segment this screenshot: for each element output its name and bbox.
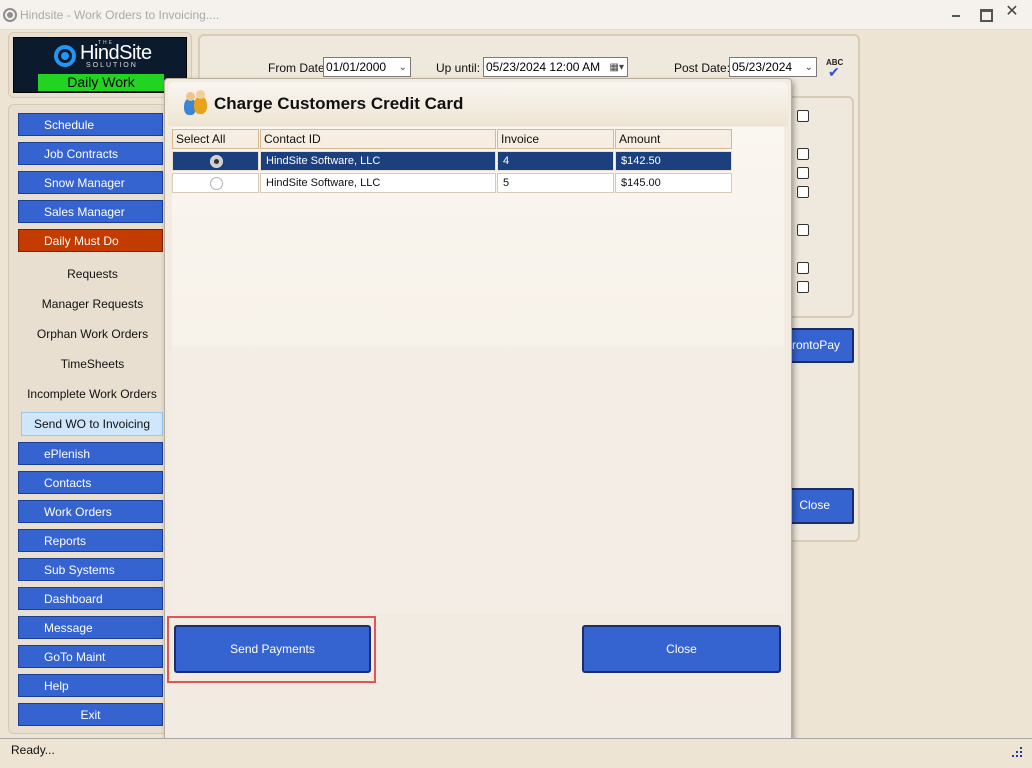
sidebar-link-orphan-work-orders[interactable]: Orphan Work Orders (20, 323, 165, 345)
select-cell (172, 151, 259, 171)
checkmark-icon: ✔ (828, 64, 840, 80)
table-row[interactable]: HindSite Software, LLC 4 $142.50 (172, 151, 732, 171)
option-checkbox[interactable] (797, 186, 809, 198)
amount-cell: $142.50 (615, 151, 732, 171)
up-until-picker[interactable]: 05/23/2024 12:00 AM ▦▾ (483, 57, 628, 77)
from-date-label: From Date: (268, 61, 329, 75)
option-checkbox[interactable] (797, 110, 809, 122)
from-date-value: 01/01/2000 (326, 60, 387, 74)
sidebar-item-contacts[interactable]: Contacts (18, 471, 163, 494)
post-date-label: Post Date: (674, 61, 731, 75)
chevron-down-icon[interactable]: ⌄ (399, 59, 407, 77)
row-select-radio[interactable] (210, 155, 223, 168)
row-select-radio[interactable] (210, 177, 223, 190)
table-row[interactable]: HindSite Software, LLC 5 $145.00 (172, 173, 732, 193)
status-text: Ready... (11, 743, 55, 757)
sidebar-item-help[interactable]: Help (18, 674, 163, 697)
contact-id-cell: HindSite Software, LLC (260, 151, 496, 171)
chevron-down-icon[interactable]: ⌄ (805, 59, 813, 77)
option-checkbox[interactable] (797, 281, 809, 293)
sidebar-link-manager-requests[interactable]: Manager Requests (20, 293, 165, 315)
col-header-contact-id[interactable]: Contact ID (260, 129, 496, 149)
minimize-icon[interactable] (949, 6, 965, 22)
daily-work-badge: Daily Work (38, 74, 164, 91)
select-cell (172, 173, 259, 193)
sidebar-item-reports[interactable]: Reports (18, 529, 163, 552)
charge-credit-card-dialog: Charge Customers Credit Card Select All … (164, 78, 792, 746)
dialog-header: Charge Customers Credit Card (168, 82, 788, 126)
from-date-picker[interactable]: 01/01/2000 ⌄ (323, 57, 411, 77)
sidebar-item-eplenish[interactable]: ePlenish (18, 442, 163, 465)
up-until-label: Up until: (436, 61, 481, 75)
sidebar-item-dashboard[interactable]: Dashboard (18, 587, 163, 610)
sidebar-link-timesheets[interactable]: TimeSheets (20, 353, 165, 375)
logo-mark-icon (54, 45, 76, 67)
sidebar-link-requests[interactable]: Requests (20, 263, 165, 285)
status-bar: Ready... (0, 738, 1032, 768)
up-until-value: 05/23/2024 12:00 AM (486, 60, 601, 74)
grid-empty-area (172, 347, 784, 614)
sidebar-item-message[interactable]: Message (18, 616, 163, 639)
sidebar-item-schedule[interactable]: Schedule (18, 113, 163, 136)
maximize-icon[interactable] (977, 6, 993, 22)
option-checkbox[interactable] (797, 148, 809, 160)
col-header-select-all[interactable]: Select All (172, 129, 259, 149)
calendar-dropdown-icon[interactable]: ▦▾ (610, 59, 624, 77)
dialog-close-button[interactable]: Close (582, 625, 781, 673)
sidebar-item-exit[interactable]: Exit (18, 703, 163, 726)
resize-grip-icon[interactable] (1010, 745, 1024, 759)
close-window-icon[interactable]: ✕ (1004, 4, 1020, 20)
sidebar-link-incomplete-work-orders[interactable]: Incomplete Work Orders (18, 383, 166, 405)
invoice-cell: 5 (497, 173, 614, 193)
customers-icon (182, 90, 210, 118)
post-date-value: 05/23/2024 (732, 60, 793, 74)
col-header-amount[interactable]: Amount (615, 129, 732, 149)
dialog-title: Charge Customers Credit Card (214, 94, 464, 113)
spellcheck-icon[interactable]: ABC ✔ (826, 58, 848, 80)
invoice-cell: 4 (497, 151, 614, 171)
sidebar-item-job-contracts[interactable]: Job Contracts (18, 142, 163, 165)
sidebar-item-goto-maint[interactable]: GoTo Maint (18, 645, 163, 668)
option-checkbox[interactable] (797, 167, 809, 179)
sidebar-item-sub-systems[interactable]: Sub Systems (18, 558, 163, 581)
app-icon (3, 8, 17, 22)
window-title: Hindsite - Work Orders to Invoicing.... (20, 8, 220, 22)
sidebar-item-snow-manager[interactable]: Snow Manager (18, 171, 163, 194)
post-date-picker[interactable]: 05/23/2024 ⌄ (729, 57, 817, 77)
payments-grid: Select All Contact ID Invoice Amount Hin… (172, 127, 784, 614)
hindsite-logo: THE HindSite SOLUTION Daily Work (13, 37, 187, 93)
sidebar-item-sales-manager[interactable]: Sales Manager (18, 200, 163, 223)
title-bar: Hindsite - Work Orders to Invoicing.... … (0, 0, 1032, 30)
sidebar-item-work-orders[interactable]: Work Orders (18, 500, 163, 523)
sidebar-item-daily-must-do[interactable]: Daily Must Do (18, 229, 163, 252)
col-header-invoice[interactable]: Invoice (497, 129, 614, 149)
option-checkbox[interactable] (797, 224, 809, 236)
sidebar-link-send-wo-to-invoicing[interactable]: Send WO to Invoicing (21, 412, 163, 436)
amount-cell: $145.00 (615, 173, 732, 193)
option-checkbox[interactable] (797, 262, 809, 274)
contact-id-cell: HindSite Software, LLC (260, 173, 496, 193)
send-payments-button[interactable]: Send Payments (174, 625, 371, 673)
logo-sub: SOLUTION (86, 62, 138, 69)
